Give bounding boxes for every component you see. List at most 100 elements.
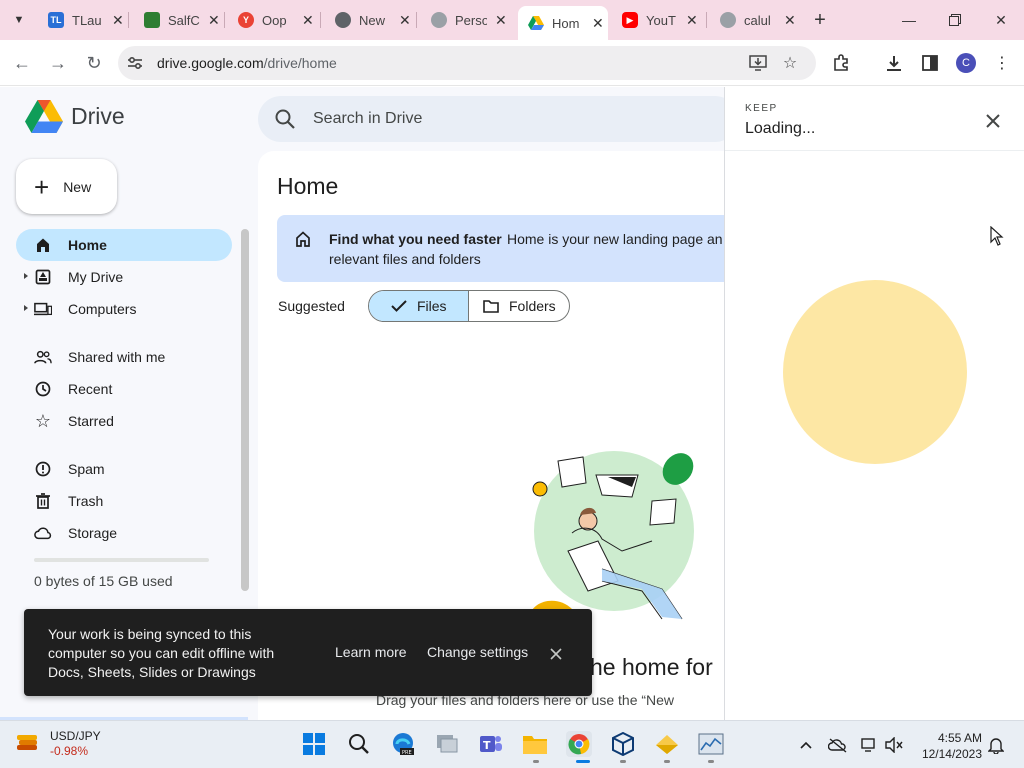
network-icon[interactable]	[860, 735, 880, 755]
filter-files-button[interactable]: Files	[369, 291, 469, 321]
tab-search-menu-icon[interactable]: ▼	[8, 9, 30, 31]
tab-label: Perso	[455, 12, 487, 28]
file-explorer-icon[interactable]	[522, 731, 548, 757]
suggested-label: Suggested	[278, 298, 345, 314]
site-info-icon[interactable]	[126, 54, 144, 72]
drive-search-bar[interactable]: Search in Drive	[258, 96, 724, 142]
empty-state-illustration	[528, 451, 694, 621]
new-button[interactable]: + New	[16, 159, 117, 214]
windows-start-icon[interactable]	[301, 731, 327, 757]
change-settings-link[interactable]: Change settings	[427, 644, 528, 660]
sidebar-item-my-drive[interactable]: My Drive	[16, 261, 232, 293]
running-indicator	[620, 760, 626, 763]
url-domain: drive.google.com	[157, 55, 264, 71]
sidebar-item-starred[interactable]: ☆ Starred	[16, 405, 232, 437]
mouse-cursor-icon	[990, 226, 1004, 246]
notifications-bell-icon[interactable]	[986, 735, 1006, 755]
onedrive-offline-icon[interactable]	[828, 735, 848, 755]
sidebar-item-storage[interactable]: Storage	[16, 517, 232, 549]
snackbar-message: Your work is being synced to this comput…	[48, 626, 275, 680]
browser-tab[interactable]: Y Oop ✕	[228, 6, 314, 34]
filter-folders-label: Folders	[509, 298, 556, 314]
banner-body: Home is your new landing page an	[507, 231, 723, 247]
tab-close-icon[interactable]: ✕	[399, 12, 411, 29]
minimize-button[interactable]: —	[896, 8, 922, 32]
banner-body-line2: relevant files and folders	[329, 251, 481, 267]
volume-muted-icon[interactable]	[884, 735, 904, 755]
taskbar-search-icon[interactable]	[346, 731, 372, 757]
sidebar-item-label: Storage	[68, 525, 118, 541]
3d-viewer-icon[interactable]	[610, 731, 636, 757]
currency-icon	[17, 735, 37, 750]
tab-close-icon[interactable]: ✕	[302, 12, 314, 29]
show-hidden-icons-chevron-icon[interactable]	[796, 735, 816, 755]
system-clock[interactable]: 4:55 AM 12/14/2023	[904, 730, 982, 762]
browser-tab[interactable]: TL TLau ✕	[38, 6, 124, 34]
browser-menu-icon[interactable]: ⋮	[990, 51, 1014, 75]
downloads-icon[interactable]	[882, 51, 906, 75]
install-app-icon[interactable]	[748, 53, 768, 73]
check-icon	[391, 300, 407, 312]
keep-panel-title: Loading...	[745, 120, 816, 137]
drive-favicon-icon	[528, 15, 544, 31]
stock-ticker-widget[interactable]: USD/JPY -0.98%	[14, 729, 101, 759]
sidebar-item-label: Computers	[68, 301, 137, 317]
close-window-button[interactable]: ✕	[988, 8, 1014, 32]
back-button[interactable]: ←	[10, 51, 34, 75]
task-view-icon[interactable]	[434, 731, 460, 757]
chrome-icon[interactable]	[566, 731, 592, 757]
sidebar-item-spam[interactable]: Spam	[16, 453, 232, 485]
snackbar-close-button[interactable]	[546, 644, 566, 664]
stock-chart-app-icon[interactable]	[698, 731, 724, 757]
suggested-filter-toggle: Files Folders	[368, 290, 570, 322]
side-panel-icon[interactable]	[918, 51, 942, 75]
browser-tab[interactable]: calul ✕	[710, 6, 796, 34]
search-icon[interactable]	[274, 108, 296, 135]
tab-close-icon[interactable]: ✕	[495, 12, 507, 29]
extensions-icon[interactable]	[829, 51, 853, 75]
ticker-change: -0.98%	[50, 744, 89, 758]
filter-folders-button[interactable]: Folders	[469, 291, 569, 321]
forward-button[interactable]: →	[46, 51, 70, 75]
browser-tab[interactable]: Perso ✕	[421, 6, 507, 34]
tab-close-icon[interactable]: ✕	[784, 12, 796, 29]
drive-logo[interactable]: Drive	[25, 100, 125, 133]
bookmark-star-icon[interactable]: ☆	[780, 53, 800, 73]
maximize-button[interactable]	[942, 8, 968, 32]
keep-side-panel: KEEP Loading...	[724, 87, 1024, 720]
plus-icon: +	[34, 171, 50, 202]
browser-tab[interactable]: New ✕	[325, 6, 411, 34]
tab-close-icon[interactable]: ✕	[592, 15, 604, 32]
edge-beta-icon[interactable]: PRE	[390, 731, 416, 757]
sticky-notes-icon[interactable]	[654, 731, 680, 757]
tab-label: YouT	[646, 12, 676, 28]
expand-caret-icon[interactable]	[24, 305, 28, 311]
new-tab-button[interactable]: +	[809, 9, 831, 31]
sidebar-item-recent[interactable]: Recent	[16, 373, 232, 405]
sidebar-scrollbar[interactable]	[241, 229, 249, 591]
tab-close-icon[interactable]: ✕	[208, 12, 220, 29]
browser-tab-active[interactable]: Hom ✕	[518, 6, 608, 40]
reload-button[interactable]: ↻	[82, 51, 106, 75]
sidebar-item-shared-with-me[interactable]: Shared with me	[16, 341, 232, 373]
learn-more-link[interactable]: Learn more	[335, 644, 407, 660]
home-icon	[34, 236, 52, 254]
drive-logo-icon	[25, 100, 63, 133]
tab-close-icon[interactable]: ✕	[686, 12, 698, 29]
expand-caret-icon[interactable]	[24, 273, 28, 279]
teams-icon[interactable]: T	[478, 731, 504, 757]
browser-tab[interactable]: ▶ YouT ✕	[612, 6, 698, 34]
cloud-icon	[34, 524, 52, 542]
clock-time: 4:55 AM	[937, 731, 982, 745]
browser-tab[interactable]: SalfC ✕	[134, 6, 220, 34]
profile-avatar[interactable]: C	[956, 53, 976, 73]
sidebar-item-trash[interactable]: Trash	[16, 485, 232, 517]
sidebar-item-computers[interactable]: Computers	[16, 293, 232, 325]
tab-favicon-icon	[720, 12, 736, 28]
close-panel-button[interactable]	[981, 109, 1005, 133]
tab-close-icon[interactable]: ✕	[112, 12, 124, 29]
clock-icon	[34, 380, 52, 398]
address-bar[interactable]: drive.google.com/drive/home ☆	[118, 46, 816, 80]
sidebar-item-home[interactable]: Home	[16, 229, 232, 261]
tab-label: New	[359, 12, 386, 28]
